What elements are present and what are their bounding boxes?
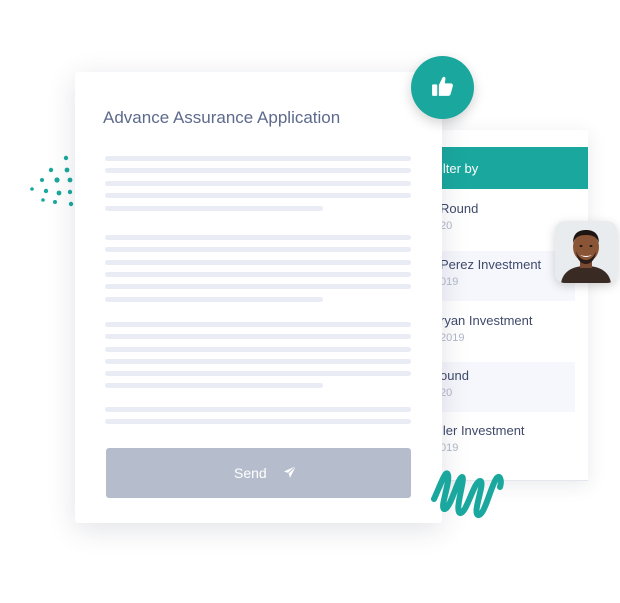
text-placeholder-line <box>105 156 411 161</box>
filter-item-year: 019 <box>440 276 459 288</box>
filter-item-name: Round <box>440 201 479 216</box>
text-placeholder-line <box>105 206 323 211</box>
filter-item-name: ryan Investment <box>440 313 533 328</box>
text-placeholder-line <box>105 297 323 302</box>
filter-item-name: ound <box>440 368 469 383</box>
text-placeholder-line <box>105 359 411 364</box>
text-placeholder-line <box>105 272 411 277</box>
filter-item-year: 2019 <box>440 332 465 344</box>
text-placeholder-line <box>105 347 411 352</box>
text-placeholder-line <box>105 168 411 173</box>
text-placeholder-line <box>105 193 411 198</box>
text-placeholder-line <box>105 181 411 186</box>
text-placeholder-line <box>105 247 411 252</box>
filter-item-name: Perez Investment <box>440 257 542 272</box>
send-button-label: Send <box>234 465 267 481</box>
thumbs-up-icon <box>432 76 453 96</box>
avatar <box>555 221 617 283</box>
send-plane-icon <box>284 465 297 478</box>
text-placeholder-line <box>105 322 411 327</box>
avatar-portrait <box>555 221 617 283</box>
text-placeholder-line <box>105 419 411 424</box>
application-card: Advance Assurance Application Send <box>75 72 442 523</box>
filter-item-name: ller Investment <box>440 423 525 438</box>
text-placeholder-line <box>105 235 411 240</box>
filter-header-label: ilter by <box>440 161 479 176</box>
text-placeholder-line <box>105 334 411 339</box>
document-title: Advance Assurance Application <box>103 108 341 127</box>
illustration: ilter by Round 20 Perez Investment 019 r… <box>0 0 620 603</box>
text-placeholder-line <box>105 407 411 412</box>
text-placeholder-line <box>105 260 411 265</box>
send-button[interactable]: Send <box>106 448 411 498</box>
filter-item-year: 019 <box>440 442 459 454</box>
text-placeholder-line <box>105 383 323 388</box>
text-placeholder-line <box>105 284 411 289</box>
text-placeholder-line <box>105 371 411 376</box>
thumbs-up-badge <box>411 56 474 119</box>
squiggle-decoration <box>431 470 504 518</box>
